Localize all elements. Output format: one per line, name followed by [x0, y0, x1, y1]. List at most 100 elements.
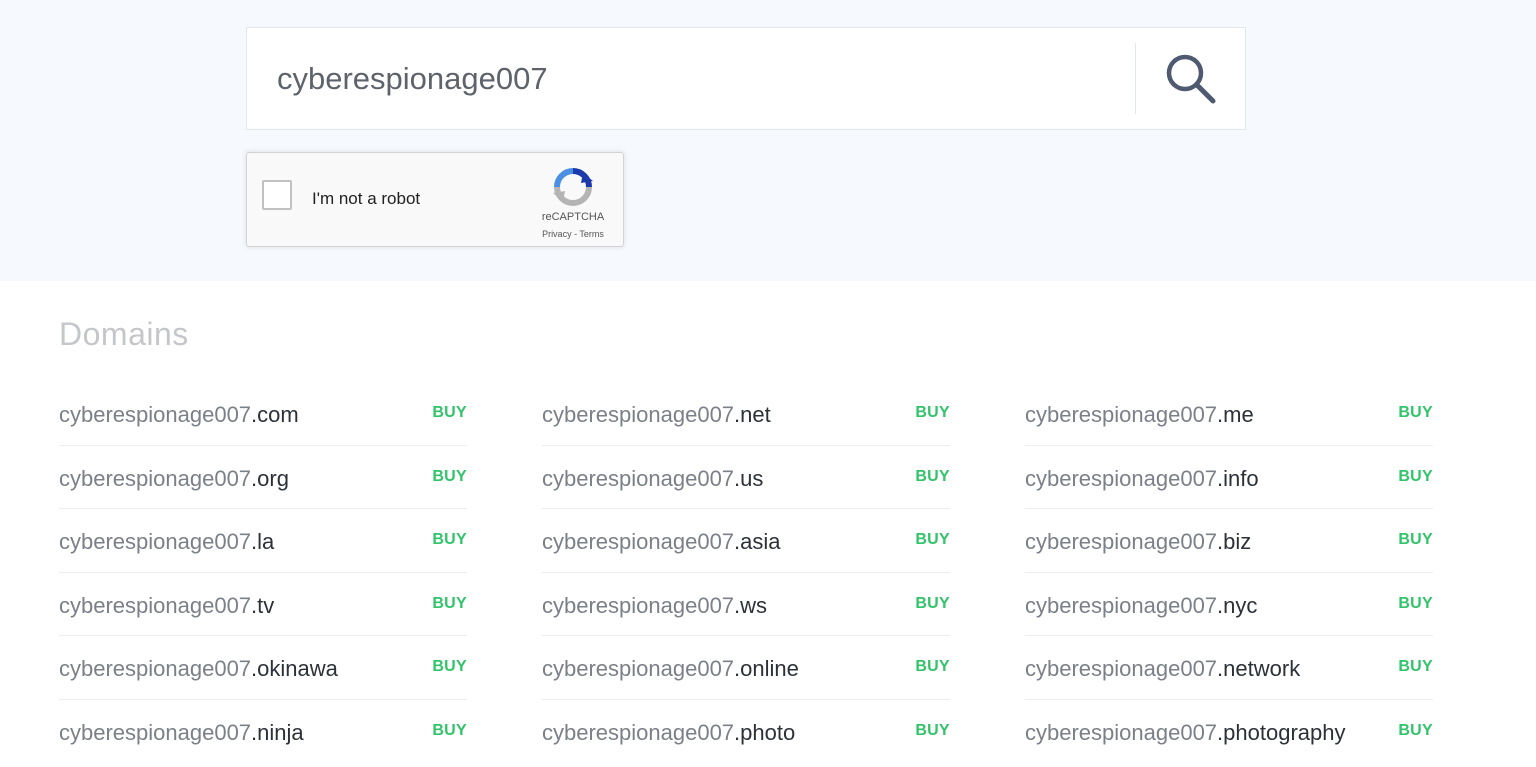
domain-base: cyberespionage007 [59, 656, 252, 681]
domain-row: cyberespionage007.info BUY [1025, 446, 1433, 509]
domain-row: cyberespionage007.com BUY [59, 382, 467, 446]
recaptcha-logo-icon [553, 168, 593, 206]
buy-button[interactable]: BUY [1398, 468, 1433, 486]
domain-name[interactable]: cyberespionage007.me [1025, 402, 1254, 428]
buy-button[interactable]: BUY [1398, 404, 1433, 422]
domain-base: cyberespionage007 [1025, 529, 1218, 554]
domain-base: cyberespionage007 [542, 592, 735, 618]
domain-tld: .photography [1217, 719, 1346, 745]
domain-tld: .info [1217, 465, 1259, 491]
domain-name[interactable]: cyberespionage007.photo [542, 720, 795, 746]
recaptcha-checkbox[interactable] [262, 180, 292, 210]
recaptcha-brand: reCAPTCHA [541, 211, 605, 223]
buy-button[interactable]: BUY [432, 404, 467, 422]
domain-row: cyberespionage007.network BUY [1025, 636, 1433, 700]
buy-button[interactable]: BUY [1398, 658, 1433, 676]
domain-tld: .ninja [251, 719, 304, 745]
domain-base: cyberespionage007 [59, 465, 252, 491]
domain-base: cyberespionage007 [1025, 592, 1218, 618]
domain-row: cyberespionage007.okinawa BUY [59, 636, 467, 700]
recaptcha-links: Privacy - Terms [529, 229, 617, 239]
recaptcha-widget: I'm not a robot reCAPTCHA Privacy - Term… [246, 152, 624, 247]
search-input[interactable] [277, 28, 1127, 129]
domain-base: cyberespionage007 [1025, 656, 1218, 681]
domain-tld: .online [734, 656, 799, 681]
domain-base: cyberespionage007 [1025, 465, 1218, 491]
domain-column: cyberespionage007.com BUY cyberespionage00… [59, 382, 467, 763]
search-section: I'm not a robot reCAPTCHA Privacy - Term… [0, 0, 1536, 281]
domain-row: cyberespionage007.org BUY [59, 446, 467, 509]
domain-name[interactable]: cyberespionage007.nyc [1025, 593, 1257, 619]
domain-column: cyberespionage007.net BUY cyberespionage00… [542, 382, 950, 763]
buy-button[interactable]: BUY [1398, 722, 1433, 740]
domain-name[interactable]: cyberespionage007.ws [542, 593, 767, 619]
domain-name[interactable]: cyberespionage007.network [1025, 656, 1300, 682]
domain-name[interactable]: cyberespionage007.ninja [59, 720, 304, 746]
domain-tld: .org [251, 465, 289, 491]
domain-tld: .asia [734, 529, 781, 554]
domain-row: cyberespionage007.asia BUY [542, 509, 950, 573]
buy-button[interactable]: BUY [915, 595, 950, 613]
domain-base: cyberespionage007 [59, 529, 252, 554]
search-icon [1166, 54, 1215, 103]
domain-tld: .photo [734, 719, 796, 745]
domain-name[interactable]: cyberespionage007.tv [59, 593, 274, 619]
domain-tld: .la [251, 529, 275, 554]
domain-row: cyberespionage007.photo BUY [542, 700, 950, 764]
buy-button[interactable]: BUY [432, 722, 467, 740]
domain-tld: .okinawa [251, 656, 338, 681]
domain-name[interactable]: cyberespionage007.com [59, 402, 299, 428]
buy-button[interactable]: BUY [915, 722, 950, 740]
buy-button[interactable]: BUY [915, 404, 950, 422]
domain-tld: .ws [734, 592, 768, 618]
domain-column: cyberespionage007.me BUY cyberespionage007… [1025, 382, 1433, 763]
domain-tld: .tv [251, 592, 275, 618]
domain-row: cyberespionage007.us BUY [542, 446, 950, 509]
domain-name[interactable]: cyberespionage007.info [1025, 466, 1259, 492]
domain-name[interactable]: cyberespionage007.asia [542, 529, 781, 555]
domain-tld: .net [734, 402, 771, 427]
domain-base: cyberespionage007 [59, 402, 252, 427]
privacy-link[interactable]: Privacy [542, 229, 572, 239]
domain-name[interactable]: cyberespionage007.net [542, 402, 771, 428]
domain-base: cyberespionage007 [59, 592, 252, 618]
search-button[interactable] [1136, 28, 1245, 129]
buy-button[interactable]: BUY [432, 595, 467, 613]
domain-row: cyberespionage007.ws BUY [542, 573, 950, 636]
domain-tld: .me [1217, 402, 1254, 427]
domain-row: cyberespionage007.nyc BUY [1025, 573, 1433, 636]
domain-base: cyberespionage007 [542, 402, 735, 427]
buy-button[interactable]: BUY [1398, 531, 1433, 549]
buy-button[interactable]: BUY [1398, 595, 1433, 613]
domain-tld: .com [251, 402, 299, 427]
domain-name[interactable]: cyberespionage007.biz [1025, 529, 1251, 555]
domain-row: cyberespionage007.net BUY [542, 382, 950, 446]
domain-tld: .biz [1217, 529, 1252, 554]
terms-link[interactable]: Terms [579, 229, 604, 239]
domain-base: cyberespionage007 [542, 719, 735, 745]
search-bar [246, 27, 1246, 130]
domain-row: cyberespionage007.online BUY [542, 636, 950, 700]
domain-tld: .nyc [1217, 592, 1258, 618]
domain-name[interactable]: cyberespionage007.okinawa [59, 656, 338, 682]
domain-name[interactable]: cyberespionage007.online [542, 656, 799, 682]
domain-name[interactable]: cyberespionage007.photography [1025, 720, 1345, 746]
domain-row: cyberespionage007.me BUY [1025, 382, 1433, 446]
domain-name[interactable]: cyberespionage007.us [542, 466, 763, 492]
domain-base: cyberespionage007 [1025, 402, 1218, 427]
buy-button[interactable]: BUY [432, 658, 467, 676]
domain-name[interactable]: cyberespionage007.org [59, 466, 289, 492]
buy-button[interactable]: BUY [915, 468, 950, 486]
domain-name[interactable]: cyberespionage007.la [59, 529, 274, 555]
domain-tld: .network [1217, 656, 1301, 681]
domains-heading: Domains [59, 316, 189, 352]
buy-button[interactable]: BUY [915, 531, 950, 549]
buy-button[interactable]: BUY [915, 658, 950, 676]
domain-row: cyberespionage007.photography BUY [1025, 700, 1433, 764]
domain-base: cyberespionage007 [542, 465, 735, 491]
buy-button[interactable]: BUY [432, 468, 467, 486]
domain-row: cyberespionage007.ninja BUY [59, 700, 467, 764]
recaptcha-label: I'm not a robot [312, 189, 421, 208]
buy-button[interactable]: BUY [432, 531, 467, 549]
domain-base: cyberespionage007 [1025, 719, 1218, 745]
